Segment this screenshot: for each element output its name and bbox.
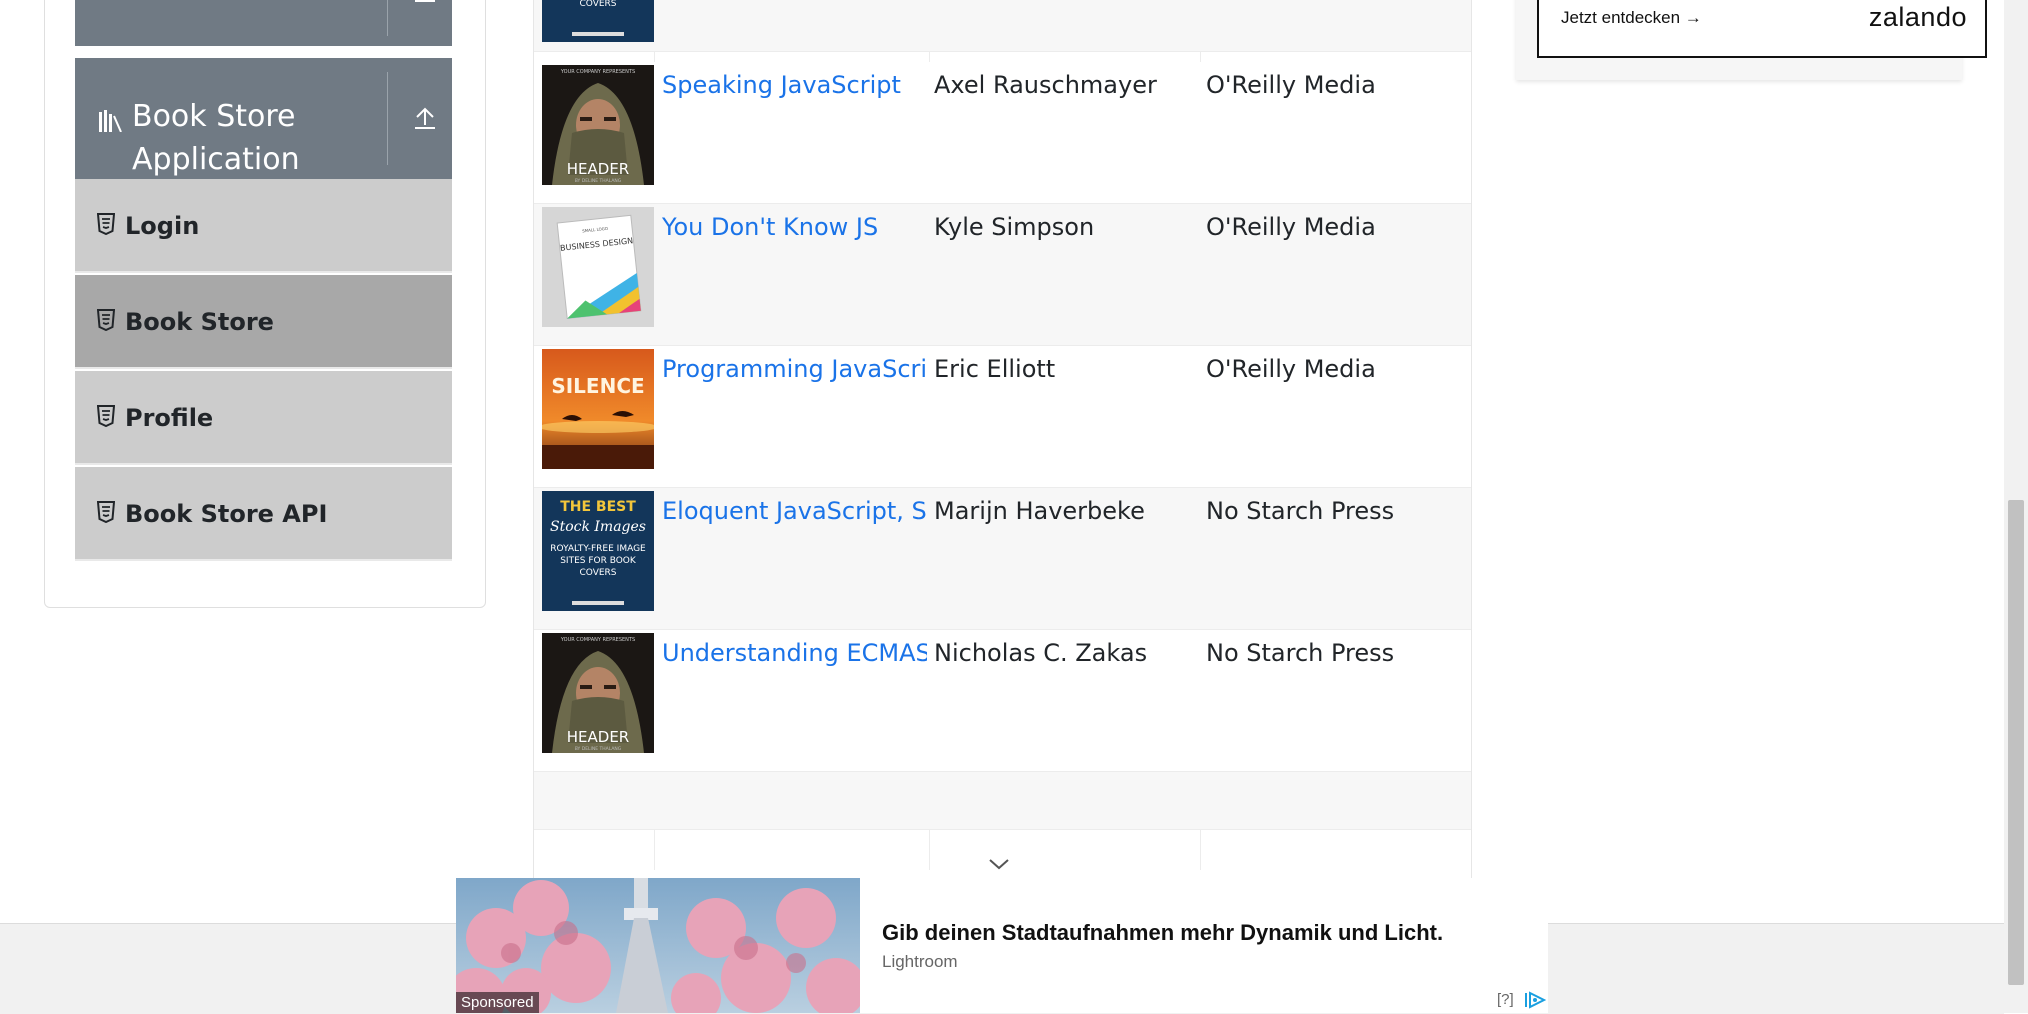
table-row: SMALL LOGO BUSINESS DESIGN You Don't Know … (534, 204, 1471, 346)
book-title-link[interactable]: Speaking JavaScript (662, 71, 927, 99)
table-row: SILENCE Programming JavaScript Eric Elliot… (534, 346, 1471, 488)
table-row-empty (534, 772, 1471, 830)
svg-text:THE BEST: THE BEST (560, 499, 636, 515)
chevron-down-icon[interactable] (987, 857, 1011, 871)
book-cover[interactable]: SILENCE (538, 349, 658, 469)
book-author: Marijn Haverbeke (934, 497, 1145, 525)
svg-text:YOUR COMPANY REPRESENTS: YOUR COMPANY REPRESENTS (560, 637, 635, 643)
sidebar-item-login[interactable]: Login (75, 179, 452, 273)
book-publisher: No Starch Press (1206, 497, 1395, 525)
html5-icon (97, 309, 115, 331)
book-cover[interactable]: SMALL LOGO BUSINESS DESIGN (542, 207, 654, 327)
ad-headline[interactable]: Gib deinen Stadtaufnahmen mehr Dynamik u… (882, 920, 1443, 946)
book-store-application-header[interactable]: Book Store Application (75, 58, 452, 179)
bottom-ad[interactable]: Sponsored Gib deinen Stadtaufnahmen mehr… (456, 878, 1548, 1013)
book-publisher: No Starch Press (1206, 639, 1395, 667)
library-icon (99, 110, 122, 132)
book-title-link[interactable]: Eloquent JavaScript, Second Edition (662, 497, 927, 525)
sidebar-item-label: Book Store (125, 308, 274, 336)
book-publisher: O'Reilly Media (1206, 71, 1376, 99)
header-divider (387, 0, 388, 36)
svg-text:HEADER: HEADER (567, 160, 629, 178)
ad-help-link[interactable]: [?] (1497, 991, 1514, 1008)
html5-icon (97, 405, 115, 427)
svg-text:Stock Images: Stock Images (550, 519, 646, 535)
svg-text:HEADER: HEADER (567, 728, 629, 746)
book-title-link[interactable]: Programming JavaScript (662, 355, 927, 383)
svg-text:SILENCE: SILENCE (551, 374, 644, 398)
sidebar-item-label: Login (125, 212, 200, 240)
sidebar-item-profile[interactable]: Profile (75, 371, 452, 465)
sponsored-label: Sponsored (456, 992, 539, 1013)
book-publisher: O'Reilly Media (1206, 355, 1376, 383)
book-publisher: O'Reilly Media (1206, 213, 1376, 241)
svg-text:BY DELINE THALANG: BY DELINE THALANG (575, 178, 622, 184)
book-author: Nicholas C. Zakas (934, 639, 1148, 667)
adchoices-icon[interactable] (1524, 991, 1546, 1009)
zalando-logo: zalando (1868, 2, 1967, 32)
book-cover[interactable]: THE BESTStock ImagesROYALTY-FREE IMAGE S… (542, 0, 654, 42)
book-cover[interactable]: THE BESTStock ImagesROYALTY-FREE IMAGE S… (542, 491, 654, 611)
book-title-link[interactable]: Understanding ECMAScript 6 (662, 639, 927, 667)
prev-group-header[interactable] (75, 0, 452, 46)
collapse-up-icon[interactable] (412, 105, 438, 131)
zalando-cta[interactable]: Jetzt entdecken → (1561, 8, 1702, 28)
html5-icon (97, 501, 115, 523)
sidebar-item-label: Profile (125, 404, 214, 432)
table-row: YOUR COMPANY REPRESENTS HEADER BY DELINE T… (534, 630, 1471, 772)
book-title-link[interactable]: You Don't Know JS (662, 213, 927, 241)
book-author: Kyle Simpson (934, 213, 1095, 241)
ad-image[interactable]: Sponsored (456, 878, 860, 1013)
scrollbar-thumb[interactable] (2008, 500, 2024, 985)
book-cover[interactable]: YOUR COMPANY REPRESENTS HEADER BY DELINE T… (542, 633, 654, 753)
html5-icon (97, 213, 115, 235)
book-author: Axel Rauschmayer (934, 71, 1157, 99)
sidebar-item-book-store[interactable]: Book Store (75, 275, 452, 369)
group-title: Book Store Application (132, 99, 300, 177)
header-divider (387, 72, 388, 165)
zalando-ad-box[interactable]: Jetzt entdecken → zalando (1537, 0, 1987, 58)
book-cover[interactable]: YOUR COMPANY REPRESENTS HEADER BY DELINE T… (542, 65, 654, 185)
table-row: THE BESTStock ImagesROYALTY-FREE IMAGE S… (534, 488, 1471, 630)
table-row: YOUR COMPANY REPRESENTS HEADER BY DELINE T… (534, 62, 1471, 204)
svg-text:YOUR COMPANY REPRESENTS: YOUR COMPANY REPRESENTS (560, 69, 635, 75)
up-icon[interactable] (413, 0, 437, 4)
ad-brand[interactable]: Lightroom (882, 952, 958, 972)
table-row: THE BESTStock ImagesROYALTY-FREE IMAGE S… (534, 0, 1471, 52)
sidebar-item-label: Book Store API (125, 500, 328, 528)
books-table: THE BESTStock ImagesROYALTY-FREE IMAGE S… (533, 0, 1472, 880)
sidebar-item-book-store-api[interactable]: Book Store API (75, 467, 452, 561)
book-author: Eric Elliott (934, 355, 1056, 383)
svg-text:BY DELINE THALANG: BY DELINE THALANG (575, 746, 622, 752)
